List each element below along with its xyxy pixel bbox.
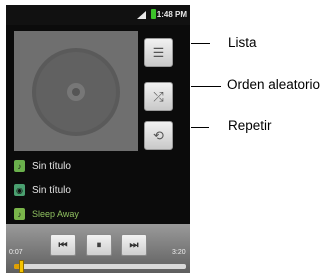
callout-line-list — [191, 43, 210, 44]
previous-icon: ⏮ — [58, 239, 68, 251]
previous-button[interactable]: ⏮ — [50, 234, 76, 256]
callout-shuffle: Orden aleatorio — [227, 77, 321, 92]
track-title: Sleep Away — [32, 209, 79, 219]
list-button[interactable]: ☰ — [144, 38, 173, 67]
status-bar: 1:48 PM — [6, 5, 190, 25]
track-title: Sin título — [32, 184, 71, 196]
shuffle-button[interactable]: ⤮ — [144, 82, 173, 111]
track-item[interactable]: ◉ Sin título — [14, 182, 184, 198]
album-art — [14, 31, 138, 151]
callout-repeat: Repetir — [228, 118, 272, 133]
repeat-icon: ⟲ — [153, 127, 164, 143]
pause-button[interactable]: ⏸ — [86, 234, 112, 256]
signal-icon — [137, 11, 146, 19]
next-icon: ⏭ — [129, 239, 139, 251]
phone-screen: 1:48 PM ☰ ⤮ ⟲ ♪ Sin título ◉ Sin título … — [6, 5, 190, 273]
callout-line-shuffle — [191, 86, 221, 87]
callout-list: Lista — [228, 35, 257, 50]
track-title: Sin título — [32, 160, 71, 172]
pause-icon: ⏸ — [96, 239, 102, 251]
repeat-button[interactable]: ⟲ — [144, 121, 173, 150]
progress-bar[interactable] — [14, 264, 186, 269]
elapsed-time: 0:07 — [9, 249, 23, 256]
list-icon: ☰ — [152, 44, 165, 60]
track-icon: ◉ — [14, 184, 25, 196]
shuffle-icon: ⤮ — [153, 88, 164, 104]
total-time: 3:20 — [172, 249, 186, 256]
battery-icon — [151, 9, 156, 19]
track-item[interactable]: ♪ Sleep Away — [14, 206, 184, 222]
status-time: 1:48 PM — [156, 10, 187, 19]
track-icon: ♪ — [14, 208, 25, 220]
next-button[interactable]: ⏭ — [121, 234, 147, 256]
track-item[interactable]: ♪ Sin título — [14, 158, 184, 174]
track-icon: ♪ — [14, 160, 25, 172]
callout-line-repeat — [191, 127, 209, 128]
disc-icon — [32, 48, 120, 136]
progress-thumb[interactable] — [19, 260, 25, 273]
